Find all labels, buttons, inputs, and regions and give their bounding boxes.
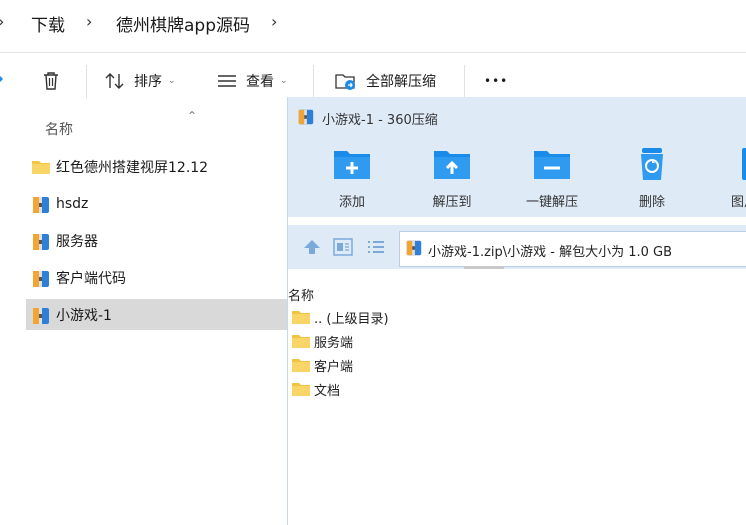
more-options-button[interactable]: ••• [484, 66, 508, 96]
toolbar-overflow-icon[interactable] [0, 69, 4, 89]
view-label: 查看 [246, 74, 274, 90]
sort-up-icon: ⌃ [187, 109, 198, 123]
one-click-extract-icon [532, 145, 572, 183]
list-item-label: 小游戏-1 [56, 307, 112, 324]
folder-icon [292, 334, 310, 348]
delete-archive-button[interactable]: 删除 [612, 145, 692, 210]
breadcrumb-separator: › [0, 12, 4, 31]
up-arrow-icon[interactable] [302, 238, 322, 260]
zip-entry-label: 客户端 [314, 359, 354, 375]
breadcrumb-separator[interactable]: › [271, 12, 277, 31]
image-label: 图片 [730, 195, 746, 210]
toolbar-divider [313, 65, 314, 99]
sort-label: 排序 [134, 74, 162, 90]
chevron-down-icon: ⌄ [280, 76, 288, 86]
add-button[interactable]: 添加 [312, 145, 392, 210]
zip-entry[interactable]: 服务端 [292, 330, 353, 352]
one-click-extract-button[interactable]: 一键解压 [512, 145, 592, 210]
zip-toolbar: 添加 解压到 一键解压 删除 图片 [288, 135, 746, 217]
extract-to-button[interactable]: 解压到 [412, 145, 492, 210]
address-field[interactable]: 小游戏-1.zip\小游戏 - 解包大小为 1.0 GB [399, 231, 746, 267]
breadcrumb-separator: › [86, 12, 93, 31]
zip-column-header-name[interactable]: 名称 [288, 285, 314, 304]
list-item-label: 服务器 [56, 233, 98, 250]
folder-icon [292, 310, 310, 324]
zip-app-icon [297, 108, 315, 130]
thumbnail-view-icon[interactable] [333, 238, 353, 260]
list-item[interactable]: 服务器 [26, 225, 290, 256]
delete-button[interactable] [40, 66, 70, 96]
extract-all-label: 全部解压缩 [366, 74, 436, 90]
list-item[interactable]: hsdz [26, 188, 290, 219]
trash-icon [44, 72, 58, 90]
folder-icon [31, 158, 51, 176]
extract-to-icon [432, 145, 472, 183]
list-item[interactable]: 红色德州搭建视屏12.12 [26, 151, 290, 182]
extract-all-icon [335, 74, 355, 90]
recycle-bin-icon [632, 145, 672, 183]
zip-window: 小游戏-1 - 360压缩 添加 解压到 一键解压 删除 图 小游戏-1.zip… [287, 97, 746, 525]
list-item-label: 客户端代码 [56, 270, 126, 287]
folder-icon [292, 382, 310, 396]
image-button[interactable]: 图片 [704, 145, 746, 210]
one-click-extract-label: 一键解压 [525, 195, 578, 210]
breadcrumb-item-downloads[interactable]: 下载 [31, 11, 65, 36]
breadcrumb: › 下载 › 德州棋牌app源码 › [0, 0, 746, 48]
delete-label: 删除 [638, 195, 665, 210]
zip-entry-label: .. (上级目录) [314, 311, 389, 327]
extract-to-label: 解压到 [432, 195, 472, 210]
image-icon [724, 145, 746, 183]
breadcrumb-item-folder[interactable]: 德州棋牌app源码 [116, 11, 250, 36]
view-icon [218, 75, 236, 87]
zip-window-title: 小游戏-1 - 360压缩 [322, 113, 438, 128]
list-item-label: hsdz [56, 195, 89, 212]
chevron-down-icon: ⌄ [168, 76, 176, 86]
column-header-name[interactable]: 名称 [45, 119, 73, 139]
add-label: 添加 [338, 195, 365, 210]
archive-icon [405, 239, 423, 261]
archive-icon [31, 269, 51, 287]
explorer-file-list: 名称 ⌃ 红色德州搭建视屏12.12 hsdz 服务器 客户端代码 小游戏-1 [0, 109, 290, 525]
list-item[interactable]: 客户端代码 [26, 262, 290, 293]
folder-icon [292, 358, 310, 372]
sort-icon [105, 73, 124, 89]
address-text: 小游戏-1.zip\小游戏 - 解包大小为 1.0 GB [428, 245, 673, 260]
list-item-selected[interactable]: 小游戏-1 [26, 299, 290, 330]
scrollbar-thumb[interactable] [464, 266, 504, 269]
archive-icon [31, 232, 51, 250]
zip-entry[interactable]: 客户端 [292, 354, 353, 376]
zip-address-row: 小游戏-1.zip\小游戏 - 解包大小为 1.0 GB [288, 225, 746, 269]
add-icon [332, 145, 372, 183]
zip-entry[interactable]: 文档 [292, 378, 340, 400]
list-item-label: 红色德州搭建视屏12.12 [56, 159, 209, 176]
archive-icon [31, 306, 51, 324]
zip-entry-parent[interactable]: .. (上级目录) [292, 306, 389, 328]
zip-entry-label: 服务端 [314, 335, 354, 351]
view-button[interactable]: 查看 ⌄ [216, 66, 288, 96]
extract-all-button[interactable]: 全部解压缩 [334, 66, 436, 96]
toolbar-divider [86, 65, 87, 99]
toolbar-divider [464, 65, 465, 99]
sort-button[interactable]: 排序 ⌄ [104, 66, 176, 96]
list-view-icon[interactable] [366, 238, 386, 260]
zip-entry-label: 文档 [314, 383, 341, 399]
zip-titlebar[interactable]: 小游戏-1 - 360压缩 [288, 97, 746, 135]
archive-icon [31, 195, 51, 213]
